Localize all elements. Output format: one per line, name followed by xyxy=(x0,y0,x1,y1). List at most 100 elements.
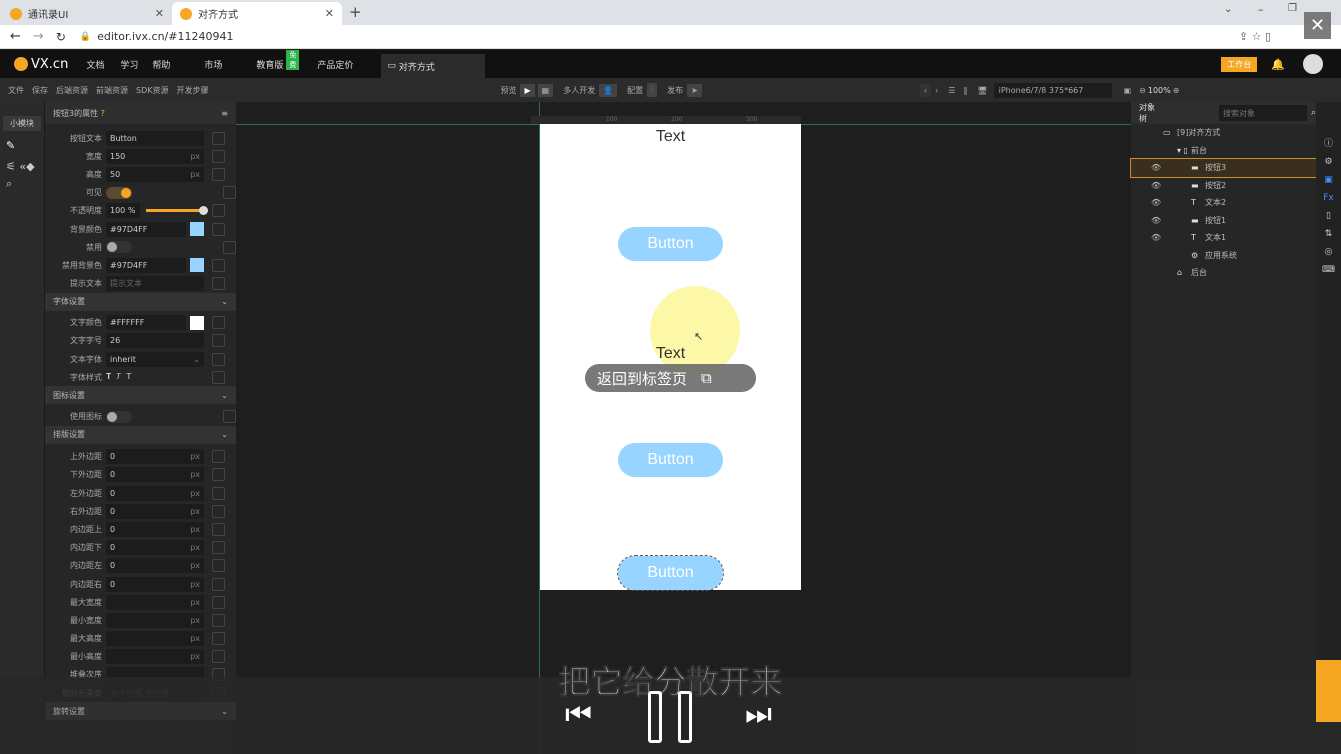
share-icon[interactable]: ⇪ ☆ ▯ xyxy=(1239,30,1271,43)
tree-item[interactable]: ⌂ 后台 xyxy=(1131,264,1316,282)
avatar[interactable] xyxy=(1303,54,1323,74)
sdk-resources-button[interactable]: SDK资源 xyxy=(136,85,168,96)
dev-steps-button[interactable]: 开发步骤 xyxy=(176,85,208,96)
opacity-input[interactable]: 100 % xyxy=(106,203,140,219)
copy-icon[interactable] xyxy=(223,410,236,424)
chat-icon[interactable]: ▣ xyxy=(1324,175,1333,185)
copy-icon[interactable] xyxy=(212,149,225,163)
property-input[interactable]: 0 px xyxy=(106,540,204,556)
opacity-slider[interactable] xyxy=(146,206,208,216)
forward-icon[interactable]: → xyxy=(33,29,44,44)
qr-icon[interactable]: ▦ xyxy=(537,83,554,97)
property-input[interactable]: 0 px xyxy=(106,467,204,483)
save-button[interactable]: 保存 xyxy=(32,85,48,96)
property-input[interactable]: 0 px xyxy=(106,576,204,592)
copy-icon[interactable] xyxy=(212,595,225,609)
info-icon[interactable]: ⓘ xyxy=(1324,136,1333,149)
chevron-down-icon[interactable]: ⌄ xyxy=(1224,4,1232,15)
new-tab-icon[interactable]: + xyxy=(349,3,362,21)
browser-tab-active[interactable]: 对齐方式 ✕ xyxy=(172,2,342,25)
back-icon[interactable]: ← xyxy=(10,29,21,44)
copy-icon[interactable] xyxy=(212,352,225,366)
settings-sliders-icon[interactable]: ⚟ «◆ xyxy=(6,160,38,173)
bell-icon[interactable]: 🔔 xyxy=(1271,58,1285,71)
tree-item[interactable]: ▾ ▯ 前台 xyxy=(1131,142,1316,160)
close-overlay-icon[interactable]: ✕ xyxy=(1304,12,1331,39)
toggle[interactable] xyxy=(106,241,132,254)
copy-icon[interactable] xyxy=(212,167,225,181)
eye-icon[interactable]: 👁 xyxy=(1151,198,1161,207)
layout-section-header[interactable]: 排版设置 ⌄ xyxy=(45,425,236,444)
distribute-icon[interactable]: ‖ xyxy=(963,86,967,95)
zoom-out-icon[interactable]: ⊖ xyxy=(1139,86,1146,95)
menu-docs[interactable]: 文档 xyxy=(86,58,104,71)
property-input[interactable]: 150 px xyxy=(106,148,204,164)
eye-icon[interactable]: 👁 xyxy=(1151,163,1161,172)
button-3-selected[interactable]: Button xyxy=(617,555,724,591)
tree-item[interactable]: 👁 ▬ 按钮3 xyxy=(1130,158,1317,178)
tree-item[interactable]: 👁 T 文本2 xyxy=(1131,194,1316,212)
copy-icon[interactable] xyxy=(212,131,225,145)
copy-icon[interactable] xyxy=(212,577,225,591)
copy-icon[interactable] xyxy=(212,486,225,500)
return-to-tab-popup[interactable]: 返回到标签页 ⧉ xyxy=(585,364,756,392)
pause-icon[interactable] xyxy=(678,691,692,743)
copy-icon[interactable] xyxy=(212,277,225,291)
color-swatch[interactable] xyxy=(190,258,204,273)
keyboard-icon[interactable]: ⌨ xyxy=(1322,265,1335,275)
icon-section-header[interactable]: 图标设置 ⌄ xyxy=(45,386,236,405)
zoom-in-icon[interactable]: ⊕ xyxy=(1173,86,1180,95)
module-button[interactable]: 小模块 xyxy=(3,116,41,131)
property-input[interactable]: 提示文本 xyxy=(106,276,204,292)
search-objects-input[interactable] xyxy=(1218,105,1307,121)
property-input[interactable]: px xyxy=(106,612,204,628)
play-icon[interactable]: ▶ xyxy=(520,83,535,97)
property-input[interactable]: 50 px xyxy=(106,166,204,182)
property-input[interactable]: Button xyxy=(106,130,204,146)
property-input[interactable]: 0 px xyxy=(106,503,204,519)
color-swatch[interactable] xyxy=(190,222,204,237)
text-1[interactable]: Text xyxy=(540,128,801,146)
toggle[interactable] xyxy=(106,410,132,423)
property-input[interactable]: 0 px xyxy=(106,485,204,501)
tree-item[interactable]: 👁 ▬ 按钮1 xyxy=(1131,212,1316,230)
fit-icon[interactable]: ▣ xyxy=(1124,86,1132,95)
link-icon[interactable]: ◎ xyxy=(1325,247,1333,257)
url-field[interactable]: editor.ivx.cn/#11240941 xyxy=(97,30,233,43)
text-2[interactable]: Text xyxy=(540,345,801,363)
copy-icon[interactable] xyxy=(212,370,225,384)
property-input[interactable]: 0 px xyxy=(106,521,204,537)
function-icon[interactable]: Fx xyxy=(1323,193,1334,203)
previous-icon[interactable]: ⏮ xyxy=(565,697,592,732)
copy-icon[interactable] xyxy=(212,222,225,236)
edit-icon[interactable]: ✎ xyxy=(6,139,38,152)
copy-icon[interactable] xyxy=(212,204,225,218)
menu-market[interactable]: 市场 xyxy=(204,58,222,71)
copy-icon[interactable] xyxy=(212,504,225,518)
font-style-icons[interactable]: 𝐓 𝑇 T xyxy=(106,372,204,382)
button-1[interactable]: Button xyxy=(618,227,723,261)
inspect-icon[interactable]: ⌕ xyxy=(6,177,38,191)
property-input[interactable]: #FFFFFF xyxy=(106,315,186,331)
pause-icon[interactable] xyxy=(648,691,662,743)
copy-icon[interactable] xyxy=(223,240,236,254)
menu-pricing[interactable]: 产品定价 xyxy=(317,58,353,71)
font-section-header[interactable]: 字体设置 ⌄ xyxy=(45,292,236,311)
color-swatch[interactable] xyxy=(190,315,204,330)
tree-item[interactable]: 👁 T 文本1 xyxy=(1131,229,1316,247)
user-icon[interactable]: 👤 xyxy=(599,83,618,97)
property-input[interactable]: 26 xyxy=(106,333,204,349)
doc-tab[interactable]: ▭ 对齐方式 xyxy=(381,54,486,78)
menu-education[interactable]: 教育版 免费 xyxy=(256,49,300,71)
device-icon[interactable]: 🖥 xyxy=(977,86,987,95)
menu-help[interactable]: 帮助 xyxy=(152,58,170,71)
frontend-resources-button[interactable]: 前端资源 xyxy=(96,85,128,96)
next-icon[interactable]: ⏭ xyxy=(745,697,772,732)
property-input[interactable]: px xyxy=(106,631,204,647)
device-select[interactable]: iPhone6/7/8 375*667 xyxy=(993,82,1112,98)
copy-icon[interactable] xyxy=(212,632,225,646)
property-input[interactable]: #97D4FF xyxy=(106,221,186,237)
button-2[interactable]: Button xyxy=(618,443,723,477)
menu-learn[interactable]: 学习 xyxy=(120,58,138,71)
property-input[interactable]: inherit ⌄ xyxy=(106,351,204,367)
